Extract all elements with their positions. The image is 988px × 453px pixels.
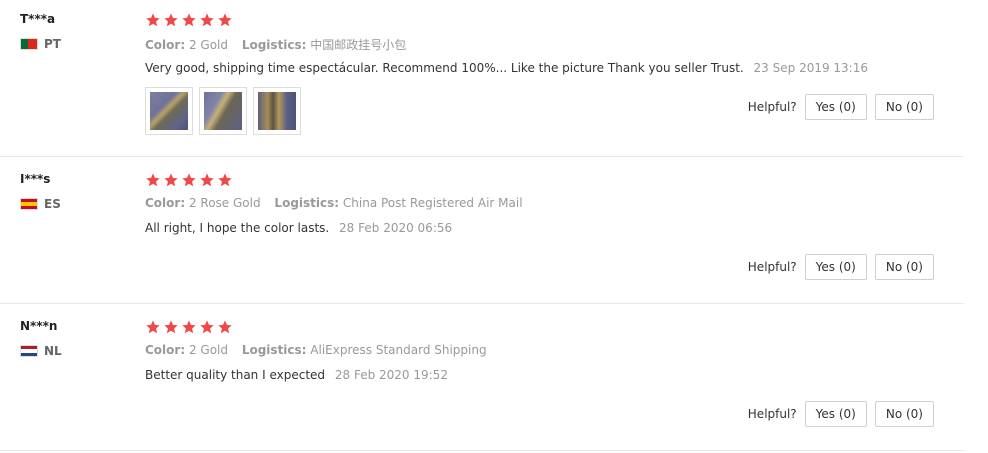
review-photos — [145, 87, 301, 135]
star-icon — [182, 320, 196, 334]
country-code: ES — [44, 197, 61, 211]
helpful-yes-button[interactable]: Yes (0) — [804, 94, 867, 120]
star-rating — [145, 12, 233, 28]
color-label: Color: — [145, 196, 186, 210]
review-photo-thumbnail[interactable] — [199, 87, 247, 135]
country-code: PT — [44, 37, 61, 51]
star-icon — [146, 320, 160, 334]
star-icon — [200, 320, 214, 334]
helpful-no-button[interactable]: No (0) — [874, 94, 934, 120]
star-icon — [218, 320, 232, 334]
review-date: 28 Feb 2020 06:56 — [339, 221, 453, 235]
reviewer-country: NL — [20, 344, 62, 358]
color-label: Color: — [145, 343, 186, 357]
star-icon — [200, 173, 214, 187]
star-icon — [164, 320, 178, 334]
review-text: Very good, shipping time espectácular. R… — [145, 61, 744, 75]
helpful-label: Helpful? — [747, 100, 797, 114]
review-text-line: Better quality than I expected 28 Feb 20… — [145, 368, 448, 382]
star-icon — [164, 173, 178, 187]
star-rating — [145, 319, 233, 335]
review-photo-thumbnail[interactable] — [253, 87, 301, 135]
logistics-label: Logistics: — [241, 38, 307, 52]
color-value: 2 Rose Gold — [188, 196, 261, 210]
portugal-flag-icon — [20, 38, 38, 50]
logistics-value: 中国邮政挂号小包 — [310, 38, 407, 52]
star-rating — [145, 172, 233, 188]
color-value: 2 Gold — [188, 38, 228, 52]
review-meta: Color: 2 Rose Gold Logistics: China Post… — [145, 196, 533, 210]
helpful-yes-button[interactable]: Yes (0) — [804, 401, 867, 427]
helpful-section: Helpful? Yes (0) No (0) — [748, 401, 934, 427]
review-date: 28 Feb 2020 19:52 — [334, 368, 448, 382]
review-date: 23 Sep 2019 13:16 — [753, 61, 868, 75]
review-text-line: All right, I hope the color lasts. 28 Fe… — [145, 221, 452, 235]
star-icon — [218, 13, 232, 27]
helpful-section: Helpful? Yes (0) No (0) — [748, 94, 934, 120]
star-icon — [218, 173, 232, 187]
review-photo-thumbnail[interactable] — [145, 87, 193, 135]
logistics-value: AliExpress Standard Shipping — [310, 343, 487, 357]
review-item: N***n NL Color: 2 Gold Logistics: AliExp… — [0, 304, 964, 451]
star-icon — [200, 13, 214, 27]
spain-flag-icon — [20, 198, 38, 210]
helpful-no-button[interactable]: No (0) — [874, 254, 934, 280]
color-value: 2 Gold — [188, 343, 228, 357]
logistics-value: China Post Registered Air Mail — [342, 196, 523, 210]
star-icon — [146, 173, 160, 187]
helpful-yes-button[interactable]: Yes (0) — [804, 254, 867, 280]
logistics-label: Logistics: — [241, 343, 307, 357]
reviewer-name: N***n — [20, 319, 58, 333]
logistics-label: Logistics: — [274, 196, 340, 210]
review-text: Better quality than I expected — [145, 368, 326, 382]
review-meta: Color: 2 Gold Logistics: 中国邮政挂号小包 — [145, 36, 416, 53]
review-text: All right, I hope the color lasts. — [145, 221, 330, 235]
star-icon — [164, 13, 178, 27]
helpful-section: Helpful? Yes (0) No (0) — [748, 254, 934, 280]
helpful-label: Helpful? — [747, 407, 797, 421]
star-icon — [146, 13, 160, 27]
helpful-no-button[interactable]: No (0) — [874, 401, 934, 427]
review-meta: Color: 2 Gold Logistics: AliExpress Stan… — [145, 343, 497, 357]
review-text-line: Very good, shipping time espectácular. R… — [145, 61, 868, 75]
reviewer-country: PT — [20, 37, 61, 51]
netherlands-flag-icon — [20, 345, 38, 357]
helpful-label: Helpful? — [747, 260, 797, 274]
country-code: NL — [44, 344, 62, 358]
star-icon — [182, 13, 196, 27]
reviewer-name: I***s — [20, 172, 51, 186]
review-item: I***s ES Color: 2 Rose Gold Logistics: C… — [0, 157, 964, 304]
review-item: T***a PT Color: 2 Gold Logistics: 中国邮政挂号… — [0, 0, 964, 157]
reviewer-name: T***a — [20, 12, 56, 26]
color-label: Color: — [145, 38, 186, 52]
reviewer-country: ES — [20, 197, 61, 211]
star-icon — [182, 173, 196, 187]
